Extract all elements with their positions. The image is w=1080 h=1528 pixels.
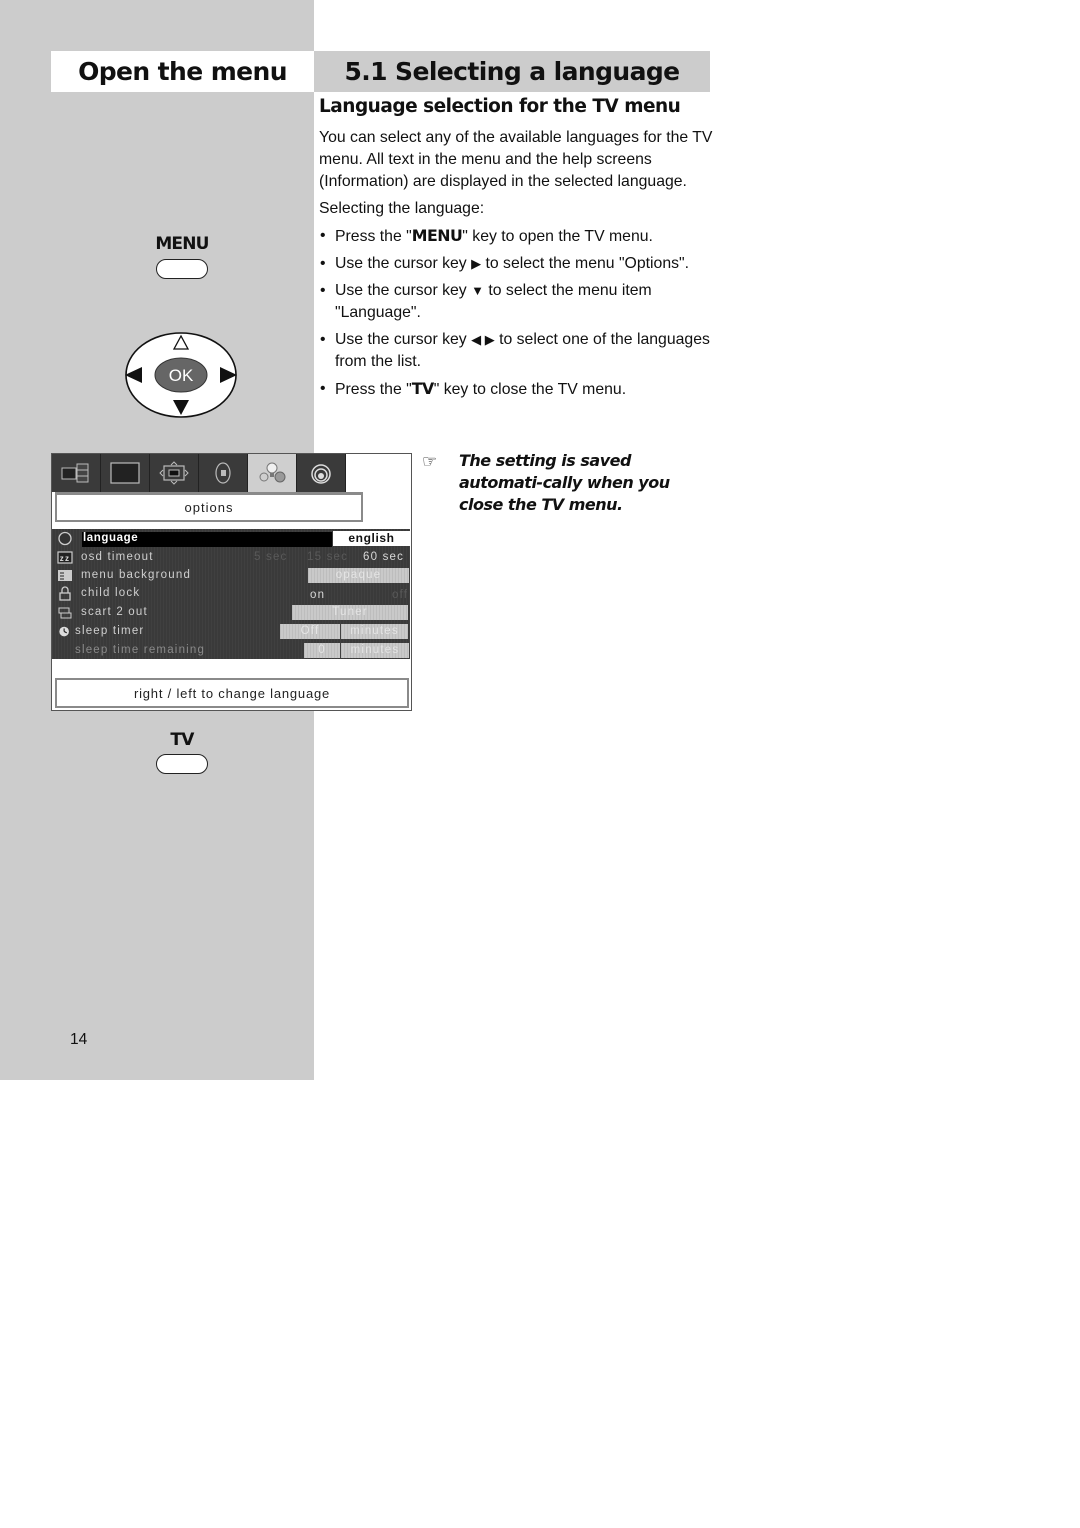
menu-tabs — [52, 454, 346, 492]
option-off[interactable]: off — [392, 589, 408, 601]
option-on[interactable]: on — [310, 589, 325, 601]
tv-menu-screenshot: options language english zz osd timeout … — [51, 453, 412, 711]
sleep-remaining-unit: minutes — [341, 643, 409, 658]
lock-icon — [59, 586, 71, 601]
scart-icon — [58, 607, 72, 619]
steps-heading: Selecting the language: — [319, 200, 485, 217]
down-arrow-icon: ▼ — [471, 283, 484, 298]
clock-icon — [59, 626, 69, 637]
tab-signal[interactable] — [297, 454, 346, 492]
steps-list: • Press the "MENU" key to open the TV me… — [319, 225, 714, 401]
scart-value[interactable]: Tuner — [292, 605, 408, 620]
menu-row-sleep-time-remaining: sleep time remaining 0 minutes — [52, 642, 410, 660]
step-text: to select the menu "Options". — [481, 255, 689, 272]
bullet: • — [320, 331, 326, 348]
step-item: • Press the "TV" key to close the TV men… — [319, 378, 714, 401]
menu-row-language[interactable]: language english — [52, 530, 410, 548]
step-item: • Use the cursor key ▼ to select the men… — [319, 280, 714, 324]
svg-text:zz: zz — [60, 554, 70, 563]
sleep-remaining-value: 0 — [304, 643, 340, 658]
step-text: Press the " — [335, 228, 412, 245]
step-item: • Press the "MENU" key to open the TV me… — [319, 225, 714, 248]
row-label: child lock — [81, 587, 141, 599]
signal-icon — [311, 464, 331, 484]
menu-key-label: MENU — [155, 234, 209, 254]
tab-screen[interactable] — [101, 454, 150, 492]
step-text: Press the " — [335, 381, 412, 398]
step-text: Use the cursor key — [335, 282, 472, 299]
pointing-hand-icon: ☞ — [422, 452, 438, 471]
menu-background-value[interactable]: opaque — [308, 568, 409, 583]
options-icon — [259, 462, 286, 483]
bullet: • — [320, 282, 326, 299]
row-label: sleep timer — [75, 625, 145, 637]
tv-key-ref: TV — [411, 379, 435, 398]
sleep-zz-icon: zz — [57, 551, 73, 564]
step-item: • Use the cursor key ▶ to select the men… — [319, 253, 714, 275]
globe-icon — [58, 531, 72, 546]
geometry-icon — [159, 461, 189, 485]
picture-in-picture-icon — [61, 463, 89, 483]
sleep-timer-unit: minutes — [341, 624, 408, 639]
menu-hint: right / left to change language — [55, 678, 409, 708]
option-15-sec[interactable]: 15 sec — [307, 551, 348, 563]
page-number: 14 — [70, 1031, 88, 1048]
ok-label: OK — [169, 366, 194, 385]
language-value[interactable]: english — [333, 531, 410, 546]
bullet: • — [320, 227, 326, 244]
tab-picture-in-picture[interactable] — [52, 454, 101, 492]
step-text: " key to close the TV menu. — [433, 381, 627, 398]
step-item: • Use the cursor key ◀ ▶ to select one o… — [319, 329, 714, 373]
menu-background-icon — [58, 570, 72, 581]
step-text: Use the cursor key — [335, 255, 472, 272]
right-arrow-icon: ▶ — [471, 256, 482, 271]
menu-row-menu-background[interactable]: menu background opaque — [52, 567, 410, 585]
screen-icon — [110, 462, 140, 484]
row-label: scart 2 out — [81, 606, 148, 618]
instructions: You can select any of the available lang… — [319, 127, 714, 406]
note: ☞ The setting is saved automati-cally wh… — [420, 450, 710, 516]
menu-key-button[interactable] — [156, 259, 208, 279]
page-title: 5.1 Selecting a language — [314, 51, 710, 92]
section-subheading: Language selection for the TV menu — [319, 96, 681, 117]
menu-row-scart-2-out[interactable]: scart 2 out Tuner — [52, 604, 410, 622]
bullet: • — [320, 255, 326, 272]
tab-options[interactable] — [248, 454, 297, 492]
left-right-arrows-icon: ◀ ▶ — [471, 332, 495, 347]
menu-key-ref: MENU — [411, 226, 463, 245]
menu-row-osd-timeout[interactable]: zz osd timeout 5 sec 15 sec 60 sec — [52, 549, 410, 567]
option-60-sec[interactable]: 60 sec — [363, 551, 404, 563]
cursor-pad[interactable]: OK — [124, 331, 238, 419]
menu-title: options — [55, 492, 363, 522]
menu-rows: language english zz osd timeout 5 sec 15… — [52, 529, 410, 659]
row-label: osd timeout — [81, 551, 154, 563]
intro-paragraph: You can select any of the available lang… — [319, 129, 713, 190]
note-text: The setting is saved automati-cally when… — [459, 451, 670, 514]
speaker-icon — [215, 462, 231, 484]
sleep-timer-value[interactable]: Off — [280, 624, 340, 639]
step-text: Use the cursor key — [335, 331, 472, 348]
row-label: menu background — [81, 569, 192, 581]
menu-row-child-lock[interactable]: child lock on off — [52, 585, 410, 603]
tab-sound[interactable] — [199, 454, 248, 492]
bullet: • — [320, 380, 326, 397]
tv-key-button[interactable] — [156, 754, 208, 774]
tv-key-label: TV — [170, 730, 194, 750]
step-text: " key to open the TV menu. — [462, 228, 653, 245]
row-label: language — [83, 532, 139, 544]
left-section-title: Open the menu — [51, 51, 314, 92]
option-5-sec[interactable]: 5 sec — [254, 551, 288, 563]
tab-geometry[interactable] — [150, 454, 199, 492]
menu-row-sleep-timer[interactable]: sleep timer Off minutes — [52, 623, 410, 641]
row-label: sleep time remaining — [75, 644, 206, 656]
